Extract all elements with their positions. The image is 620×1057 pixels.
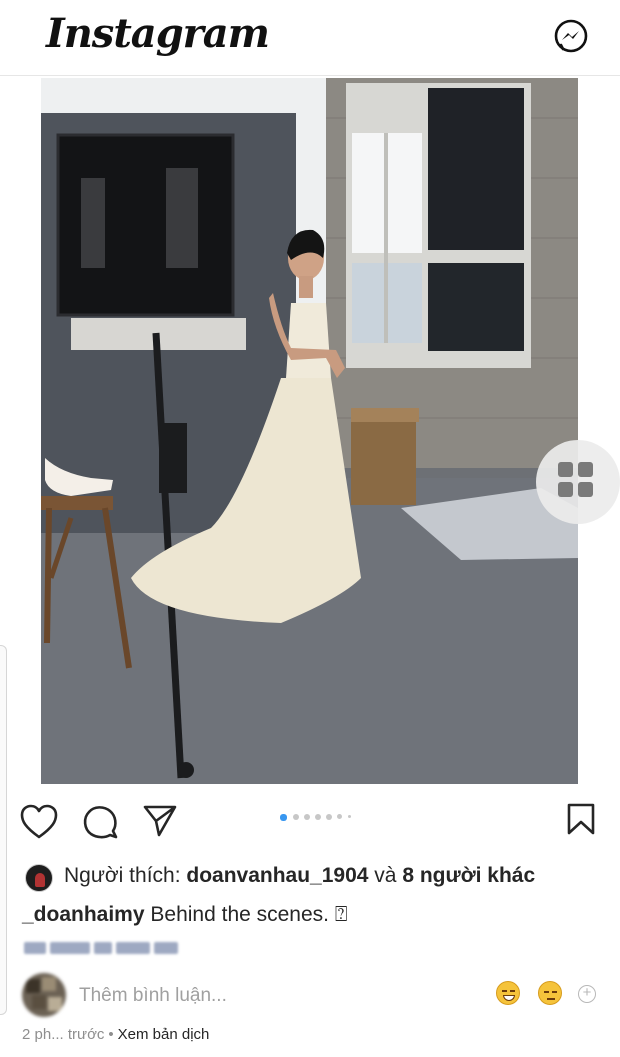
comment-icon[interactable] bbox=[82, 804, 118, 840]
send-icon[interactable] bbox=[142, 804, 178, 838]
liker-username[interactable]: doanvanhau_1904 bbox=[186, 864, 368, 887]
grid-square-icon bbox=[558, 482, 573, 497]
see-translation-link[interactable]: Xem bản dịch bbox=[118, 1026, 210, 1043]
carousel-dot bbox=[326, 814, 332, 820]
carousel-dot bbox=[293, 814, 299, 820]
bookmark-icon[interactable] bbox=[566, 802, 596, 836]
grid-view-button[interactable] bbox=[536, 440, 620, 524]
likes-prefix: Người thích: bbox=[64, 864, 187, 887]
meta-separator: • bbox=[108, 1026, 114, 1043]
comment-input[interactable]: Thêm bình luận... bbox=[79, 985, 227, 1007]
grid-square-icon bbox=[578, 462, 593, 477]
carousel-dot bbox=[337, 814, 342, 819]
carousel-dot bbox=[304, 814, 310, 820]
grid-square-icon bbox=[558, 462, 573, 477]
post-meta: 2 ph... trước • Xem bản dịch bbox=[22, 1026, 209, 1043]
post-photo[interactable] bbox=[41, 78, 578, 784]
unamused-emoji-icon[interactable] bbox=[538, 981, 562, 1005]
carousel-dot bbox=[348, 815, 351, 818]
add-emoji-icon[interactable]: + bbox=[578, 985, 596, 1003]
instagram-logo[interactable]: Instagram bbox=[46, 10, 270, 57]
edge-panel-handle[interactable] bbox=[0, 645, 7, 1015]
laughing-emoji-icon[interactable] bbox=[496, 981, 520, 1005]
grid-square-icon bbox=[578, 482, 593, 497]
caption-username[interactable]: _doanhaimy bbox=[22, 903, 145, 926]
post-time: 2 ph... trước bbox=[22, 1026, 105, 1043]
heart-icon[interactable] bbox=[20, 804, 58, 840]
caption-text: Behind the scenes. ⍰ bbox=[144, 903, 348, 926]
likes-summary[interactable]: Người thích: doanvanhau_1904 và 8 người … bbox=[64, 864, 535, 888]
post-caption: _doanhaimy Behind the scenes. ⍰ bbox=[22, 903, 347, 927]
carousel-dot-active bbox=[280, 814, 287, 821]
carousel-dot bbox=[315, 814, 321, 820]
user-avatar[interactable] bbox=[22, 973, 66, 1017]
liker-avatar[interactable] bbox=[25, 864, 53, 892]
messenger-icon[interactable] bbox=[553, 18, 589, 54]
likes-others[interactable]: 8 người khác bbox=[402, 864, 535, 887]
blurred-hashtags bbox=[24, 938, 179, 958]
post-image bbox=[41, 78, 578, 784]
likes-joiner: và bbox=[368, 864, 403, 887]
app-header: Instagram bbox=[0, 0, 620, 76]
